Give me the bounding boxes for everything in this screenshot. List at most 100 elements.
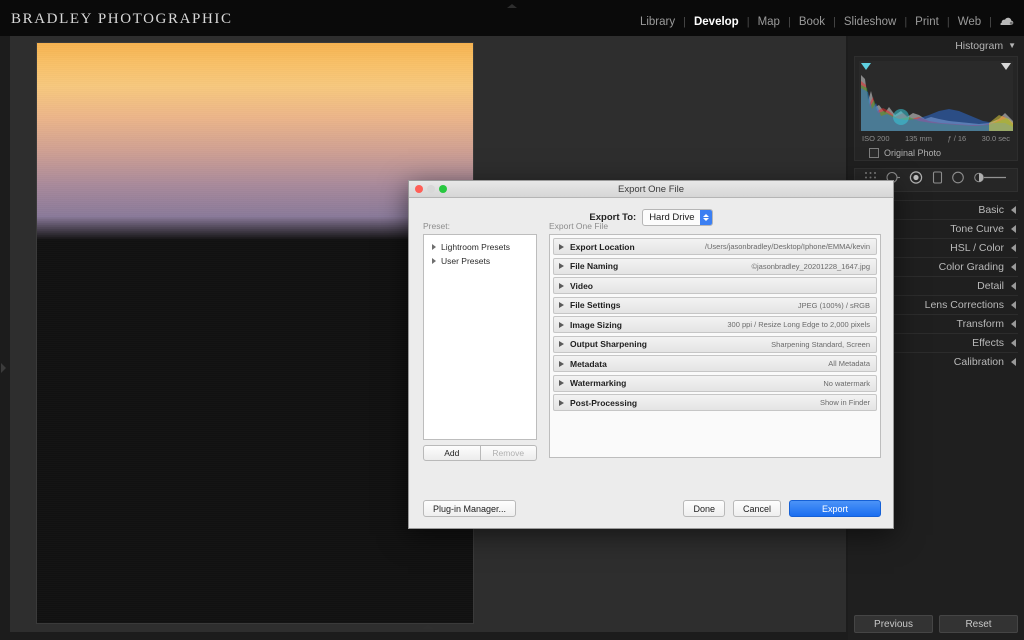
previous-button[interactable]: Previous [854, 615, 933, 633]
section-name: Watermarking [570, 378, 627, 388]
top-bar: BRADLEY PHOTOGRAPHIC Library | Develop |… [0, 0, 1024, 36]
section-file-naming[interactable]: File Naming ©jasonbradley_20201228_1647.… [553, 257, 877, 275]
export-dialog: Export One File Export To: Hard Drive Pr… [408, 180, 894, 529]
done-button[interactable]: Done [683, 500, 725, 517]
filmstrip-collapse-arrow[interactable] [422, 624, 434, 629]
module-picker: Library | Develop | Map | Book | Slidesh… [632, 13, 1014, 31]
graduated-filter-icon[interactable] [932, 171, 943, 189]
section-value: Show in Finder [819, 398, 870, 407]
adjustment-brush-icon[interactable] [973, 171, 1008, 189]
chevron-left-icon [1011, 244, 1016, 252]
section-value: /Users/jasonbradley/Desktop/Iphone/EMMA/… [704, 242, 870, 251]
dialog-footer: Plug-in Manager... Done Cancel Export [423, 500, 881, 517]
panel-label: Effects [972, 337, 1004, 349]
module-book[interactable]: Book [791, 16, 833, 28]
remove-preset-button: Remove [480, 445, 537, 461]
disclosure-triangle-icon[interactable] [559, 321, 564, 328]
disclosure-triangle-icon[interactable] [432, 258, 436, 264]
window-controls [415, 185, 447, 193]
export-sections-label: Export One File [549, 221, 609, 231]
chevron-left-icon [1011, 206, 1016, 214]
original-photo-row[interactable]: Original Photo [869, 148, 1005, 158]
section-image-sizing[interactable]: Image Sizing 300 ppi / Resize Long Edge … [553, 316, 877, 333]
module-library[interactable]: Library [632, 16, 683, 28]
section-value: 300 ppi / Resize Long Edge to 2,000 pixe… [727, 320, 870, 329]
section-name: File Naming [570, 261, 619, 271]
chevron-left-icon [1011, 282, 1016, 290]
section-export-location[interactable]: Export Location /Users/jasonbradley/Desk… [553, 238, 877, 255]
reset-button[interactable]: Reset [939, 615, 1018, 633]
disclosure-triangle-icon[interactable] [559, 263, 564, 269]
disclosure-triangle-icon[interactable] [559, 341, 564, 347]
shadow-clipping-indicator[interactable] [861, 63, 871, 70]
histogram-curves [861, 75, 1013, 131]
section-value: ©jasonbradley_20201228_1647.jpg [751, 261, 870, 271]
disclosure-triangle-icon[interactable] [559, 380, 564, 386]
section-metadata[interactable]: Metadata All Metadata [553, 355, 877, 372]
exif-shutter-speed: 30.0 sec [981, 134, 1010, 143]
preset-column: Preset: Lightroom Presets User Presets A… [423, 221, 537, 461]
dialog-title: Export One File [618, 183, 684, 195]
zoom-icon[interactable] [439, 185, 447, 193]
preset-label-text: User Presets [441, 256, 491, 266]
section-watermarking[interactable]: Watermarking No watermark [553, 374, 877, 392]
plugin-manager-button[interactable]: Plug-in Manager... [423, 500, 517, 517]
module-separator: | [989, 16, 992, 28]
chevron-up-icon [702, 214, 709, 217]
preset-buttons: Add Remove [423, 445, 537, 461]
identity-plate[interactable]: BRADLEY PHOTOGRAPHIC [11, 11, 233, 28]
histogram-header[interactable]: Histogram ▼ [848, 36, 1024, 55]
section-value: All Metadata [828, 359, 870, 368]
panel-label: Lens Corrections [924, 299, 1004, 311]
disclosure-triangle-icon[interactable] [559, 360, 564, 367]
preset-list[interactable]: Lightroom Presets User Presets [423, 234, 537, 440]
chevron-left-icon [1011, 358, 1016, 366]
preset-label: Preset: [423, 221, 450, 231]
disclosure-triangle-icon[interactable] [559, 302, 564, 308]
panel-label: Calibration [953, 356, 1004, 368]
section-name: Export Location [570, 241, 635, 252]
red-eye-icon[interactable] [909, 171, 923, 189]
preset-user-presets[interactable]: User Presets [424, 254, 536, 268]
original-photo-label: Original Photo [884, 148, 942, 158]
histogram-graph[interactable] [859, 61, 1013, 131]
histogram-exif: ISO 200 135 mm ƒ / 16 30.0 sec [859, 131, 1013, 143]
chevron-down-icon[interactable]: ▼ [1008, 41, 1016, 50]
module-develop[interactable]: Develop [686, 16, 747, 28]
section-value: Sharpening Standard, Screen [771, 339, 870, 349]
module-map[interactable]: Map [750, 16, 788, 28]
histogram-title: Histogram [955, 39, 1004, 52]
disclosure-triangle-icon[interactable] [432, 244, 436, 250]
module-web[interactable]: Web [950, 16, 989, 28]
module-slideshow[interactable]: Slideshow [836, 16, 904, 28]
module-print[interactable]: Print [907, 16, 947, 28]
checkbox-icon[interactable] [869, 148, 879, 158]
section-post-processing[interactable]: Post-Processing Show in Finder [553, 394, 877, 411]
cloud-icon[interactable] [1000, 13, 1014, 31]
exif-aperture: ƒ / 16 [947, 134, 967, 143]
export-sections-column: Export One File Export Location /Users/j… [549, 221, 881, 458]
cancel-button[interactable]: Cancel [732, 500, 781, 517]
chevron-left-icon [1011, 339, 1016, 347]
top-panel-collapse-arrow[interactable] [507, 4, 517, 8]
dialog-titlebar[interactable]: Export One File [409, 181, 893, 198]
section-name: File Settings [570, 300, 621, 310]
section-file-settings[interactable]: File Settings JPEG (100%) / sRGB [553, 296, 877, 314]
left-panel-collapse-arrow[interactable] [1, 363, 6, 373]
section-output-sharpening[interactable]: Output Sharpening Sharpening Standard, S… [553, 335, 877, 353]
section-name: Image Sizing [570, 319, 622, 330]
export-button[interactable]: Export [789, 500, 881, 517]
radial-filter-icon[interactable] [951, 171, 965, 189]
disclosure-triangle-icon[interactable] [559, 282, 564, 289]
add-preset-button[interactable]: Add [423, 445, 481, 461]
close-icon[interactable] [415, 185, 423, 193]
section-name: Metadata [570, 358, 607, 369]
disclosure-triangle-icon[interactable] [559, 243, 564, 250]
disclosure-triangle-icon[interactable] [559, 399, 564, 406]
preset-label-text: Lightroom Presets [441, 242, 510, 252]
panel-label: Color Grading [938, 261, 1004, 273]
dialog-action-buttons: Done Cancel Export [683, 500, 881, 517]
section-video[interactable]: Video [553, 277, 877, 294]
highlight-clipping-indicator[interactable] [1001, 63, 1011, 70]
preset-lightroom-presets[interactable]: Lightroom Presets [424, 240, 536, 254]
